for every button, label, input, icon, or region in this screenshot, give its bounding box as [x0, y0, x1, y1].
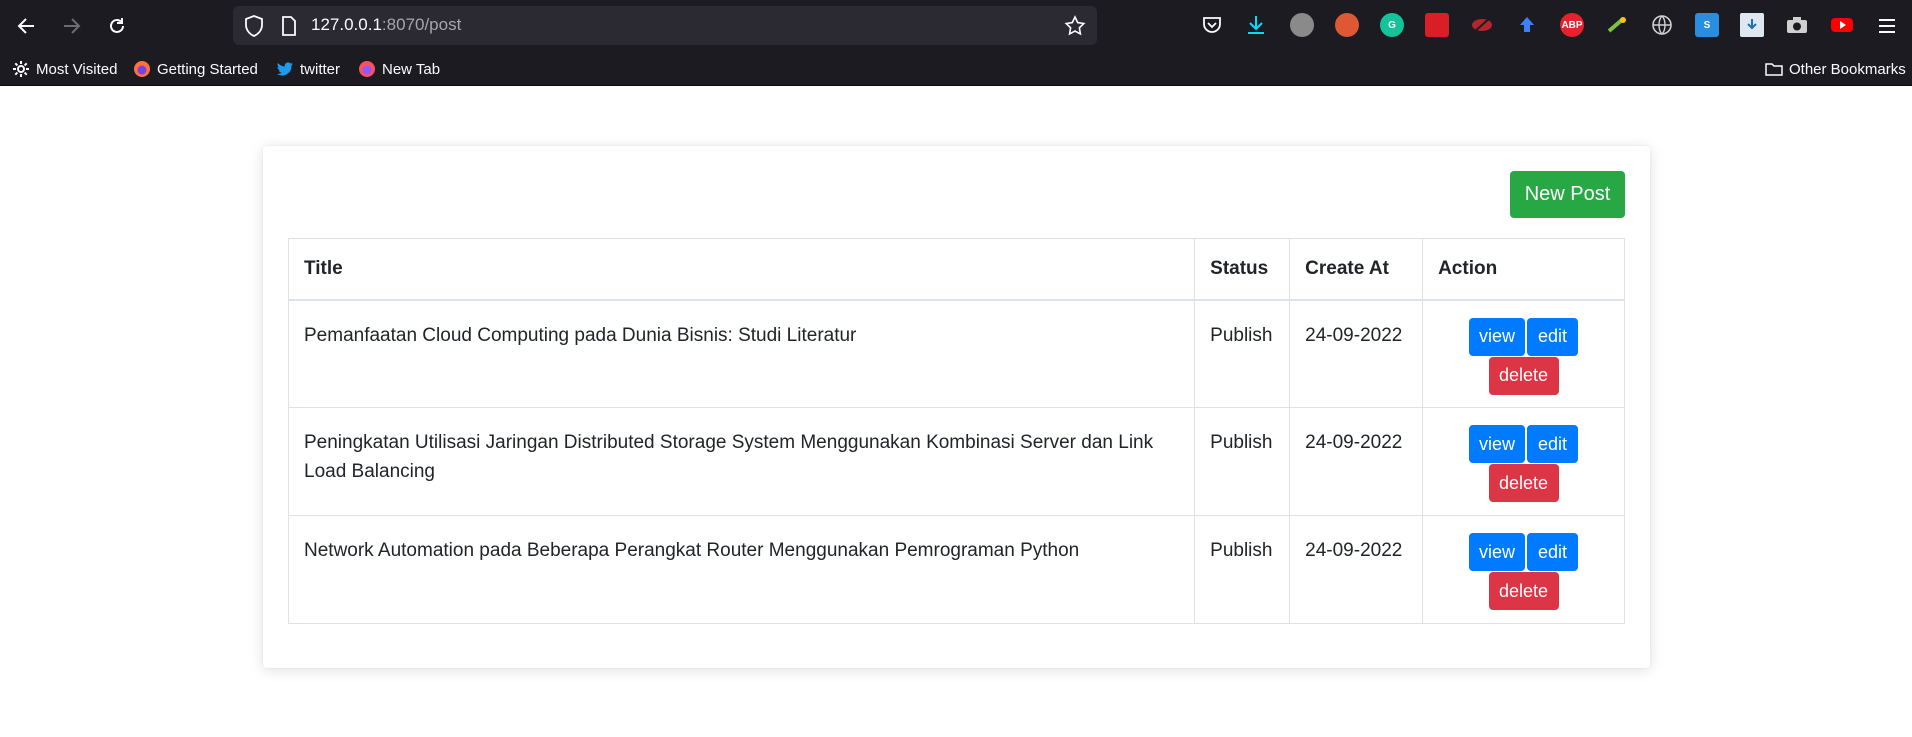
posts-table: Title Status Create At Action Pemanfaata… [287, 238, 1625, 624]
youtube-icon[interactable] [1830, 13, 1854, 37]
reload-icon[interactable] [101, 10, 133, 42]
arrow-up-icon[interactable] [1515, 13, 1539, 37]
bookmark-label: New Tab [382, 60, 441, 78]
back-icon[interactable] [10, 10, 42, 42]
table-row: Pemanfaatan Cloud Computing pada Dunia B… [287, 299, 1625, 408]
view-button[interactable]: view [1469, 317, 1526, 356]
view-button[interactable]: view [1469, 425, 1526, 463]
post-status: Publish [1194, 407, 1291, 516]
new-post-button[interactable]: New Post [1510, 171, 1625, 218]
delete-button[interactable]: delete [1488, 356, 1559, 395]
edit-button[interactable]: edit [1527, 533, 1579, 571]
download-icon[interactable] [1244, 13, 1268, 37]
bookmark-new-tab[interactable]: New Tab [358, 58, 440, 80]
adblock-plus-icon[interactable]: ABP [1560, 13, 1584, 37]
colorzilla-icon[interactable] [1605, 13, 1629, 37]
post-created: 24-09-2022 [1289, 407, 1424, 516]
table-row: Network Automation pada Beberapa Perangk… [287, 515, 1625, 624]
abp-label: ABP [1561, 19, 1583, 31]
other-bookmarks[interactable]: Other Bookmarks [1765, 58, 1906, 80]
url-bar[interactable]: 127.0.0.1:8070/post [233, 6, 1097, 45]
bookmark-label: twitter [300, 60, 341, 78]
menu-icon[interactable] [1871, 10, 1903, 42]
twitter-icon [277, 62, 293, 76]
bookmark-twitter[interactable]: twitter [276, 58, 340, 80]
page-icon[interactable] [277, 14, 301, 38]
bookmark-label: Getting Started [157, 60, 258, 78]
grammarly-icon[interactable]: G [1380, 13, 1404, 37]
post-title: Network Automation pada Beberapa Perangk… [287, 515, 1196, 624]
camera-icon[interactable] [1785, 13, 1809, 37]
post-title: Peningkatan Utilisasi Jaringan Distribut… [287, 407, 1196, 516]
post-actions: view edit delete [1422, 407, 1625, 516]
browser-toolbar: 127.0.0.1:8070/post G ABP S [0, 0, 1912, 52]
url-path: :8070/post [381, 15, 462, 34]
mendeley-icon[interactable] [1425, 13, 1449, 37]
url-host: 127.0.0.1 [311, 15, 382, 34]
post-created: 24-09-2022 [1289, 515, 1424, 624]
avatar-icon[interactable] [1290, 13, 1314, 37]
header-create-at: Create At [1289, 238, 1424, 301]
other-bookmarks-label: Other Bookmarks [1789, 60, 1906, 78]
view-button[interactable]: view [1469, 533, 1526, 571]
url-text[interactable]: 127.0.0.1:8070/post [311, 15, 461, 35]
s-extension-icon[interactable]: S [1695, 13, 1719, 37]
edit-button[interactable]: edit [1527, 425, 1579, 463]
s-label: S [1703, 19, 1711, 31]
duckduckgo-icon[interactable] [1335, 13, 1359, 37]
post-status: Publish [1194, 299, 1291, 408]
table-header-row: Title Status Create At Action [287, 238, 1625, 301]
table-row: Peningkatan Utilisasi Jaringan Distribut… [287, 407, 1625, 516]
header-title: Title [287, 238, 1196, 301]
delete-button[interactable]: delete [1488, 464, 1559, 502]
post-status: Publish [1194, 515, 1291, 624]
shield-icon[interactable] [241, 13, 267, 39]
folder-icon [1765, 63, 1783, 76]
posts-card: New Post Title Status Create At Action P… [263, 146, 1650, 668]
delete-button[interactable]: delete [1488, 572, 1559, 610]
firefox-icon [134, 61, 150, 77]
bookmark-label: Most Visited [36, 60, 118, 78]
header-action: Action [1422, 238, 1625, 301]
bookmark-most-visited[interactable]: Most Visited [12, 58, 117, 80]
edit-button[interactable]: edit [1527, 317, 1579, 356]
bookmark-getting-started[interactable]: Getting Started [133, 58, 258, 80]
firefox-icon [359, 61, 375, 77]
pocket-icon[interactable] [1200, 13, 1224, 37]
bookmark-star-icon[interactable] [1063, 14, 1087, 38]
hide-icon[interactable] [1470, 13, 1494, 37]
post-actions: view edit delete [1422, 515, 1625, 624]
gear-icon [13, 61, 29, 77]
post-title: Pemanfaatan Cloud Computing pada Dunia B… [287, 299, 1196, 408]
globe-icon[interactable] [1650, 13, 1674, 37]
forward-icon[interactable] [56, 10, 88, 42]
post-created: 24-09-2022 [1289, 299, 1424, 408]
post-actions: view edit delete [1422, 299, 1625, 408]
save-page-icon[interactable] [1740, 13, 1764, 37]
header-status: Status [1194, 238, 1291, 301]
